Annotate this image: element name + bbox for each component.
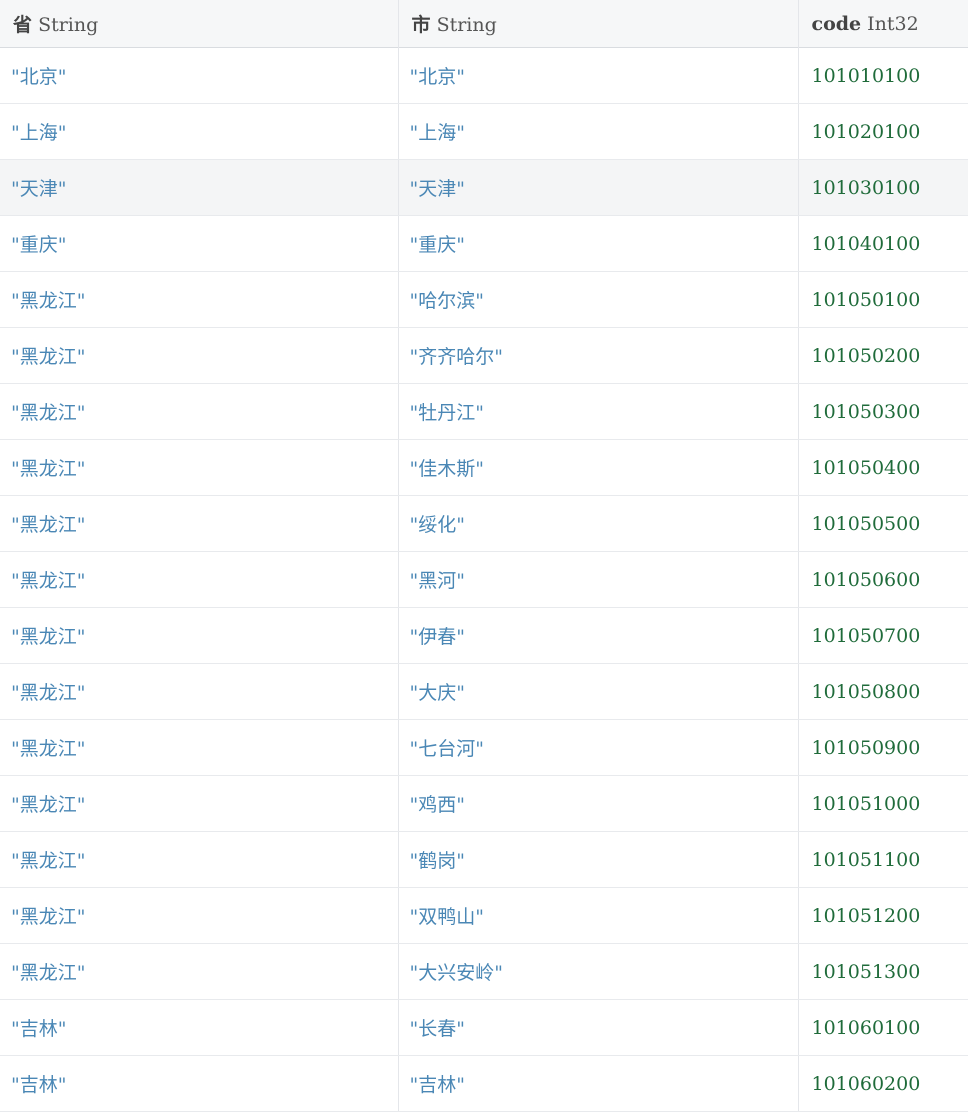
column-name: 省 [13, 14, 33, 36]
table-row[interactable]: "黑龙江" "鸡西" 101051000 [0, 775, 968, 832]
cell-city[interactable]: "黑河" [398, 551, 799, 608]
cell-province[interactable]: "黑龙江" [0, 831, 399, 888]
cell-code[interactable]: 101050700 [798, 607, 968, 664]
cell-code[interactable]: 101020100 [798, 103, 968, 160]
cell-code[interactable]: 101051300 [798, 943, 968, 1000]
cell-code[interactable]: 101051000 [798, 775, 968, 832]
column-type: String [38, 14, 99, 36]
cell-code[interactable]: 101051100 [798, 831, 968, 888]
column-header-city[interactable]: 市 String [398, 0, 799, 48]
cell-city[interactable]: "上海" [398, 103, 799, 160]
cell-province[interactable]: "黑龙江" [0, 887, 399, 944]
table-row[interactable]: "黑龙江" "伊春" 101050700 [0, 607, 968, 664]
header-row: 省 String 市 String code Int32 [0, 0, 968, 48]
table-row[interactable]: "黑龙江" "齐齐哈尔" 101050200 [0, 327, 968, 384]
column-name: 市 [411, 14, 431, 36]
column-header-province[interactable]: 省 String [0, 0, 399, 48]
cell-city[interactable]: "佳木斯" [398, 439, 799, 496]
table-body: "北京" "北京" 101010100 "上海" "上海" 101020100 "天津" "天… [0, 47, 968, 1112]
table-row[interactable]: "重庆" "重庆" 101040100 [0, 215, 968, 272]
cell-code[interactable]: 101050400 [798, 439, 968, 496]
cell-city[interactable]: "大兴安岭" [398, 943, 799, 1000]
cell-province[interactable]: "北京" [0, 47, 399, 104]
result-table: 省 String 市 String code Int32 "北京" "北京" 101… [0, 0, 968, 1112]
cell-city[interactable]: "七台河" [398, 719, 799, 776]
cell-city[interactable]: "吉林" [398, 1055, 799, 1112]
cell-city[interactable]: "大庆" [398, 663, 799, 720]
cell-code[interactable]: 101050300 [798, 383, 968, 440]
cell-province[interactable]: "黑龙江" [0, 775, 399, 832]
cell-province[interactable]: "天津" [0, 159, 399, 216]
cell-city[interactable]: "哈尔滨" [398, 271, 799, 328]
cell-city[interactable]: "双鸭山" [398, 887, 799, 944]
cell-province[interactable]: "黑龙江" [0, 495, 399, 552]
cell-city[interactable]: "牡丹江" [398, 383, 799, 440]
table-row[interactable]: "黑龙江" "大庆" 101050800 [0, 663, 968, 720]
table-row[interactable]: "黑龙江" "牡丹江" 101050300 [0, 383, 968, 440]
cell-province[interactable]: "黑龙江" [0, 943, 399, 1000]
table-row[interactable]: "黑龙江" "佳木斯" 101050400 [0, 439, 968, 496]
column-type: String [436, 14, 497, 36]
table-row[interactable]: "黑龙江" "绥化" 101050500 [0, 495, 968, 552]
cell-province[interactable]: "黑龙江" [0, 271, 399, 328]
cell-code[interactable]: 101051200 [798, 887, 968, 944]
column-header-code[interactable]: code Int32 [798, 0, 968, 48]
cell-city[interactable]: "鹤岗" [398, 831, 799, 888]
cell-city[interactable]: "长春" [398, 999, 799, 1056]
cell-province[interactable]: "黑龙江" [0, 383, 399, 440]
cell-code[interactable]: 101030100 [798, 159, 968, 216]
cell-code[interactable]: 101040100 [798, 215, 968, 272]
cell-city[interactable]: "北京" [398, 47, 799, 104]
cell-province[interactable]: "黑龙江" [0, 607, 399, 664]
cell-province[interactable]: "吉林" [0, 1055, 399, 1112]
table-row[interactable]: "天津" "天津" 101030100 [0, 159, 968, 216]
table-row[interactable]: "黑龙江" "七台河" 101050900 [0, 719, 968, 776]
table-row[interactable]: "黑龙江" "双鸭山" 101051200 [0, 887, 968, 944]
column-type: Int32 [867, 12, 919, 35]
cell-code[interactable]: 101010100 [798, 47, 968, 104]
cell-code[interactable]: 101050500 [798, 495, 968, 552]
cell-province[interactable]: "黑龙江" [0, 551, 399, 608]
cell-province[interactable]: "吉林" [0, 999, 399, 1056]
cell-province[interactable]: "黑龙江" [0, 663, 399, 720]
table-header: 省 String 市 String code Int32 [0, 0, 968, 48]
cell-code[interactable]: 101050600 [798, 551, 968, 608]
table-row[interactable]: "黑龙江" "黑河" 101050600 [0, 551, 968, 608]
cell-code[interactable]: 101050200 [798, 327, 968, 384]
cell-code[interactable]: 101050900 [798, 719, 968, 776]
table-row[interactable]: "黑龙江" "鹤岗" 101051100 [0, 831, 968, 888]
cell-city[interactable]: "伊春" [398, 607, 799, 664]
table-row[interactable]: "黑龙江" "哈尔滨" 101050100 [0, 271, 968, 328]
cell-province[interactable]: "黑龙江" [0, 327, 399, 384]
cell-code[interactable]: 101060200 [798, 1055, 968, 1112]
cell-province[interactable]: "黑龙江" [0, 719, 399, 776]
cell-city[interactable]: "绥化" [398, 495, 799, 552]
cell-province[interactable]: "上海" [0, 103, 399, 160]
table-row[interactable]: "上海" "上海" 101020100 [0, 103, 968, 160]
table-row[interactable]: "黑龙江" "大兴安岭" 101051300 [0, 943, 968, 1000]
cell-code[interactable]: 101050100 [798, 271, 968, 328]
cell-code[interactable]: 101050800 [798, 663, 968, 720]
cell-city[interactable]: "鸡西" [398, 775, 799, 832]
cell-province[interactable]: "黑龙江" [0, 439, 399, 496]
cell-city[interactable]: "天津" [398, 159, 799, 216]
table-row[interactable]: "吉林" "吉林" 101060200 [0, 1055, 968, 1112]
cell-code[interactable]: 101060100 [798, 999, 968, 1056]
table-row[interactable]: "吉林" "长春" 101060100 [0, 999, 968, 1056]
cell-city[interactable]: "重庆" [398, 215, 799, 272]
cell-province[interactable]: "重庆" [0, 215, 399, 272]
column-name: code [811, 12, 862, 35]
cell-city[interactable]: "齐齐哈尔" [398, 327, 799, 384]
table-row[interactable]: "北京" "北京" 101010100 [0, 47, 968, 104]
